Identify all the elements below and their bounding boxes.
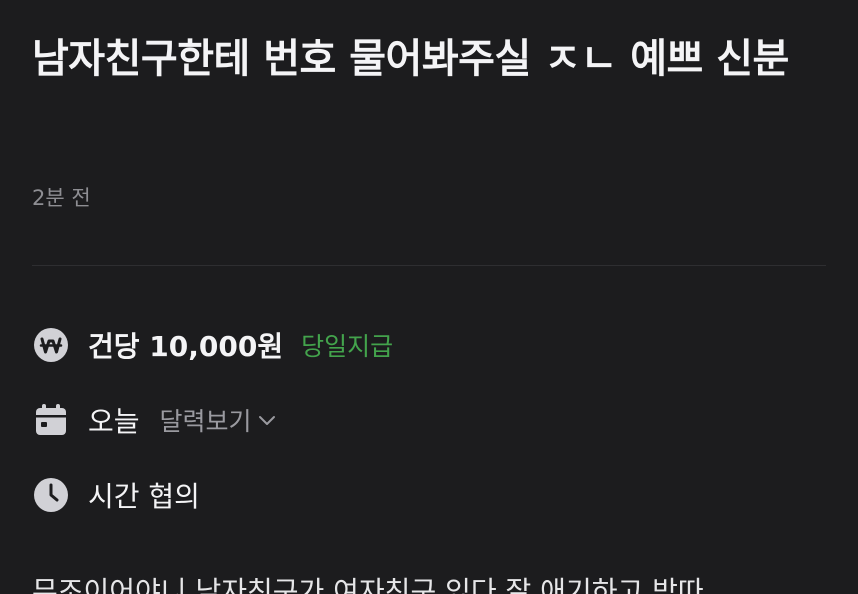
same-day-pay-badge: 당일지급 xyxy=(301,332,394,361)
calendar-icon xyxy=(32,401,70,439)
time-row: 시간 협의 xyxy=(32,475,200,515)
time-value: 시간 협의 xyxy=(88,480,200,513)
view-calendar-button[interactable]: 달력보기 xyxy=(160,402,278,438)
chevron-down-icon xyxy=(258,416,275,425)
clock-icon xyxy=(32,476,70,514)
date-row: 오늘 달력보기 xyxy=(32,400,278,440)
post-body-preview: 무조이어야니 남자친구가 여자친구 있다 잘 애기하고 받따 xyxy=(32,575,704,594)
view-calendar-label: 달력보기 xyxy=(159,407,252,436)
date-value: 오늘 xyxy=(88,405,140,438)
won-coin-icon xyxy=(32,326,70,364)
divider xyxy=(32,265,826,266)
pay-amount: 건당 10,000원 xyxy=(88,330,284,363)
post-title: 남자친구한테 번호 물어봐주실 ㅈㄴ 예쁘 신분 xyxy=(32,36,789,82)
pay-row: 건당 10,000원 당일지급 xyxy=(32,325,393,365)
post-time-ago: 2분 전 xyxy=(32,186,91,210)
